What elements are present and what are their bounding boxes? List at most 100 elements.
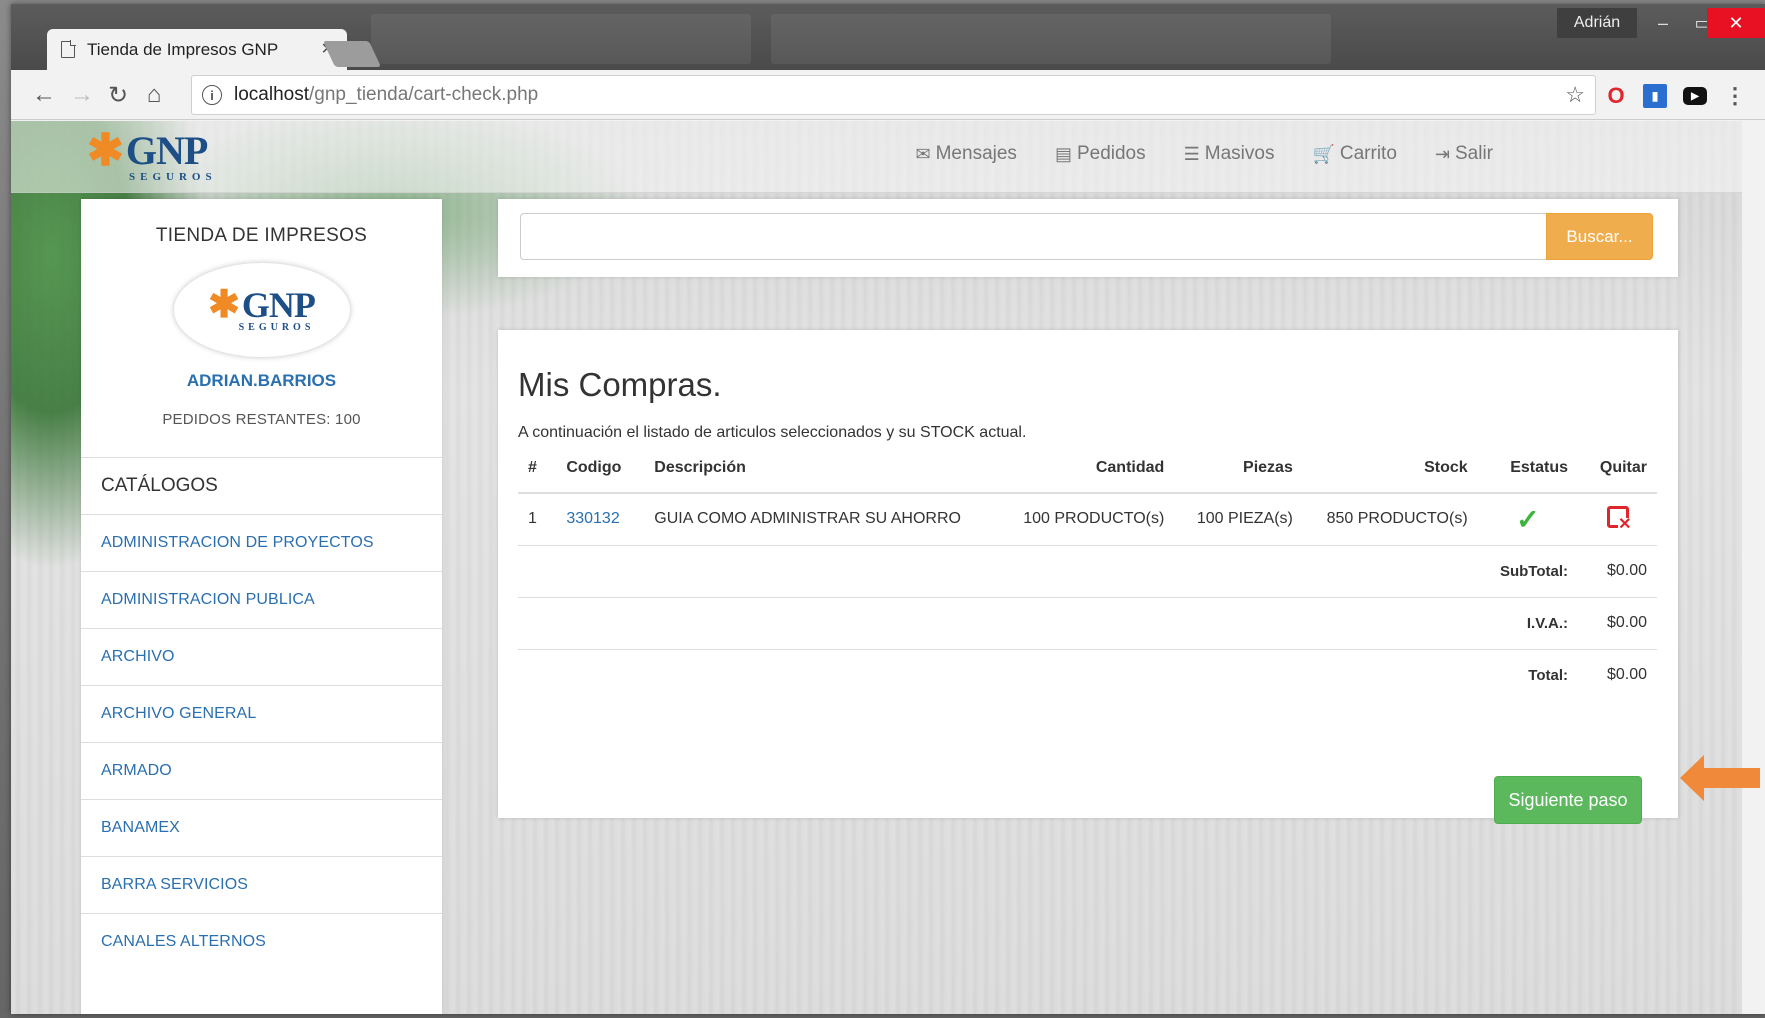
username[interactable]: ADRIAN.BARRIOS	[81, 371, 442, 391]
cart-icon: 🛒	[1312, 143, 1335, 164]
annotation-arrow-icon	[1680, 755, 1760, 801]
nav-carrito[interactable]: 🛒 Carrito	[1312, 143, 1396, 165]
sidebar-title: TIENDA DE IMPRESOS	[155, 225, 368, 246]
total-value: $0.00	[1606, 666, 1647, 684]
logo-subtext: SEGUROS	[129, 171, 217, 183]
minimize-icon[interactable]: –	[1643, 8, 1683, 38]
catalog-item[interactable]: ARMADO	[81, 742, 442, 799]
page-viewport: ✱ GNP SEGUROS ✉ Mensajes ▤ Pedidos ☰ Mas…	[11, 121, 1743, 1014]
catalog-heading: CATÁLOGOS	[81, 457, 442, 514]
bookmark-star-icon[interactable]: ☆	[1565, 82, 1585, 108]
column-header: Descripción	[644, 443, 994, 494]
column-header: Estatus	[1477, 443, 1578, 494]
nav-label: Pedidos	[1076, 143, 1146, 164]
column-header: #	[518, 443, 557, 494]
cart-description: A continuación el listado de articulos s…	[518, 424, 1027, 441]
close-window-icon[interactable]: ✕	[1707, 8, 1765, 38]
info-icon[interactable]: i	[202, 85, 222, 105]
background-ghost	[371, 14, 751, 64]
iva-value: $0.00	[1578, 597, 1657, 650]
nav-pedidos[interactable]: ▤ Pedidos	[1055, 143, 1146, 165]
search-input[interactable]	[520, 213, 1546, 260]
checkmark-icon: ✓	[1516, 503, 1540, 535]
nav-label: Carrito	[1339, 143, 1397, 164]
video-extension-icon[interactable]: ▶	[1683, 87, 1707, 105]
background-ghost	[771, 14, 1331, 64]
catalog-item[interactable]: BANAMEX	[81, 799, 442, 856]
product-code-link[interactable]: 330132	[556, 493, 645, 546]
catalog-item[interactable]: ARCHIVO	[81, 628, 442, 685]
forward-icon[interactable]: →	[65, 78, 99, 112]
browser-titlebar: Tienda de Impresos GNP × Adrián – ▭ ✕	[11, 4, 1765, 70]
reload-icon[interactable]: ↻	[101, 78, 135, 112]
gnp-asterisk-icon: ✱	[87, 126, 124, 175]
product-quantity: 100 PRODUCTO(s)	[993, 493, 1175, 546]
subtotal-label: SubTotal:	[1477, 545, 1578, 598]
home-icon[interactable]: ⌂	[137, 78, 171, 112]
column-header: Cantidad	[993, 443, 1175, 494]
gnp-asterisk-icon: ✱	[208, 283, 240, 326]
catalog-item[interactable]: CANALES ALTERNOS	[81, 913, 442, 970]
logo-text: GNP	[241, 284, 316, 325]
sidebar-logo: ✱ GNP SEGUROS	[173, 263, 350, 357]
browser-tab[interactable]: Tienda de Impresos GNP ×	[47, 29, 347, 70]
browser-toolbar: ← → ↻ ⌂ i localhost/gnp_tienda/cart-chec…	[11, 70, 1765, 120]
profile-badge[interactable]: Adrián	[1557, 8, 1637, 38]
catalog-item[interactable]: ADMINISTRACION PUBLICA	[81, 571, 442, 628]
catalog-item[interactable]: BARRA SERVICIOS	[81, 856, 442, 913]
nav-label: Mensajes	[935, 143, 1017, 164]
cart-table: # Codigo Descripción Cantidad Piezas Sto…	[518, 443, 1657, 701]
nav-salir[interactable]: ⇥ Salir	[1435, 143, 1493, 165]
search-panel: Buscar...	[498, 199, 1678, 277]
nav-label: Masivos	[1204, 143, 1275, 164]
product-stock: 850 PRODUCTO(s)	[1302, 493, 1478, 546]
bookmark-extension-icon[interactable]: ▮	[1643, 84, 1667, 108]
nav-label: Salir	[1454, 143, 1493, 164]
column-header: Stock	[1302, 443, 1478, 494]
nav-masivos[interactable]: ☰ Masivos	[1184, 143, 1275, 165]
tab-title: Tienda de Impresos GNP	[87, 39, 279, 59]
column-header: Codigo	[556, 443, 645, 494]
nav-mensajes[interactable]: ✉ Mensajes	[916, 143, 1017, 165]
page-title: Mis Compras.	[518, 366, 722, 403]
pedidos-restantes: PEDIDOS RESTANTES: 100	[162, 411, 361, 428]
url-text[interactable]: localhost/gnp_tienda/cart-check.php	[234, 84, 1565, 106]
site-navbar: ✱ GNP SEGUROS ✉ Mensajes ▤ Pedidos ☰ Mas…	[11, 121, 1743, 193]
table-header-row: # Codigo Descripción Cantidad Piezas Sto…	[518, 443, 1657, 494]
cart-panel: Mis Compras. A continuación el listado d…	[498, 330, 1678, 824]
page-scrollbar[interactable]: ▲ ▼	[1742, 121, 1743, 1014]
column-header: Piezas	[1174, 443, 1303, 494]
menu-icon[interactable]: ⋮	[1723, 83, 1747, 108]
total-row: Total: $0.00	[518, 649, 1657, 701]
logout-icon: ⇥	[1434, 143, 1450, 164]
subtotal-value: $0.00	[1578, 545, 1657, 598]
sidebar: TIENDA DE IMPRESOS ✱ GNP SEGUROS ADRIAN.…	[81, 199, 442, 1014]
remove-item-icon[interactable]	[1606, 505, 1632, 532]
back-icon[interactable]: ←	[27, 78, 61, 112]
status-cell: ✓	[1477, 493, 1578, 546]
catalog-list: CATÁLOGOS ADMINISTRACION DE PROYECTOS AD…	[81, 457, 442, 970]
opera-icon[interactable]: O	[1604, 83, 1628, 108]
next-step-button[interactable]: Siguiente paso	[1494, 776, 1642, 824]
product-pieces: 100 PIEZA(s)	[1174, 493, 1303, 546]
search-button[interactable]: Buscar...	[1546, 213, 1653, 260]
total-label: Total:	[1528, 666, 1568, 684]
logo-subtext: SEGUROS	[238, 321, 315, 333]
subtotal-row: SubTotal: $0.00	[518, 545, 1657, 598]
list-icon: ▤	[1054, 143, 1072, 164]
gnp-logo[interactable]: ✱ GNP SEGUROS	[87, 126, 217, 184]
address-bar[interactable]: i localhost/gnp_tienda/cart-check.php ☆	[191, 75, 1596, 115]
row-number: 1	[518, 493, 557, 546]
column-header: Quitar	[1578, 443, 1657, 494]
envelope-icon: ✉	[915, 143, 931, 164]
remove-cell	[1578, 493, 1657, 546]
document-icon	[61, 40, 76, 58]
iva-row: I.V.A.: $0.00	[518, 597, 1657, 650]
bulk-list-icon: ☰	[1183, 143, 1200, 164]
nav-links: ✉ Mensajes ▤ Pedidos ☰ Masivos 🛒 Carrito…	[878, 143, 1493, 165]
product-description: GUIA COMO ADMINISTRAR SU AHORRO	[644, 493, 994, 546]
catalog-item[interactable]: ADMINISTRACION DE PROYECTOS	[81, 514, 442, 571]
catalog-item[interactable]: ARCHIVO GENERAL	[81, 685, 442, 742]
iva-label: I.V.A.:	[1477, 597, 1578, 650]
table-row: 1 330132 GUIA COMO ADMINISTRAR SU AHORRO…	[518, 493, 1657, 546]
